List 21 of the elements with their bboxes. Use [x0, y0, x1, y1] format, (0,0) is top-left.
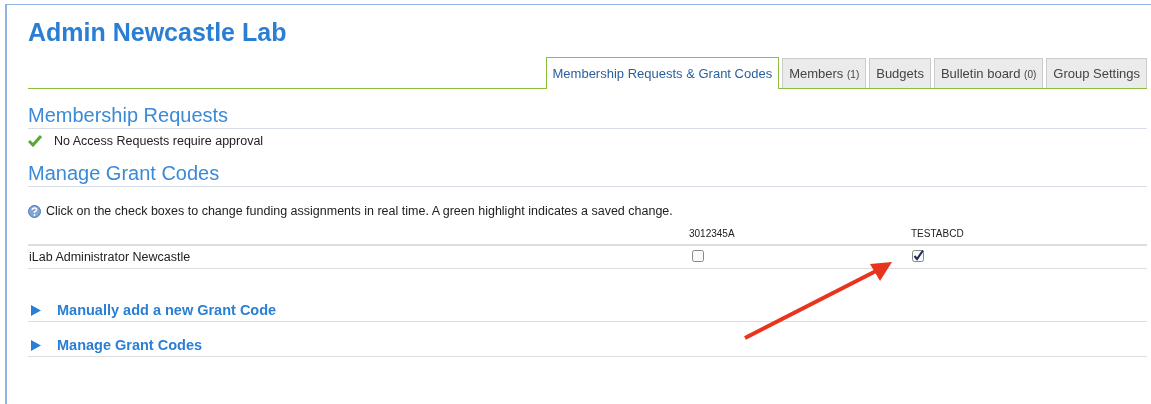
- expand-link[interactable]: Manually add a new Grant Code: [57, 302, 277, 318]
- tab[interactable]: Bulletin board (0): [933, 58, 1044, 88]
- expand-arrow-icon[interactable]: [30, 339, 41, 351]
- checkbox[interactable]: [912, 249, 924, 262]
- tab[interactable]: Members (1): [782, 58, 867, 88]
- tab[interactable]: Membership Requests & Grant Codes: [545, 57, 780, 89]
- expand-arrow-icon[interactable]: [30, 304, 41, 316]
- member-name: iLab Administrator Newcastle: [28, 245, 688, 269]
- tab[interactable]: Group Settings: [1046, 58, 1147, 88]
- column-header: TESTABCD: [910, 222, 1147, 245]
- column-header: 3012345A: [688, 222, 910, 245]
- section-heading: Membership Requests: [28, 103, 1147, 129]
- status-message: No Access Requests require approval: [54, 134, 264, 148]
- help-icon: [28, 204, 41, 218]
- page-title: Admin Newcastle Lab: [28, 17, 288, 48]
- tab[interactable]: Budgets: [869, 58, 931, 88]
- instruction-text: Click on the check boxes to change funding assignments in real time. A green highlight indicates a saved change.: [46, 204, 673, 218]
- checkbox[interactable]: [692, 249, 704, 262]
- section-heading: Manage Grant Codes: [28, 161, 1147, 187]
- check-icon: [28, 135, 42, 147]
- expand-link[interactable]: Manage Grant Codes: [57, 337, 203, 353]
